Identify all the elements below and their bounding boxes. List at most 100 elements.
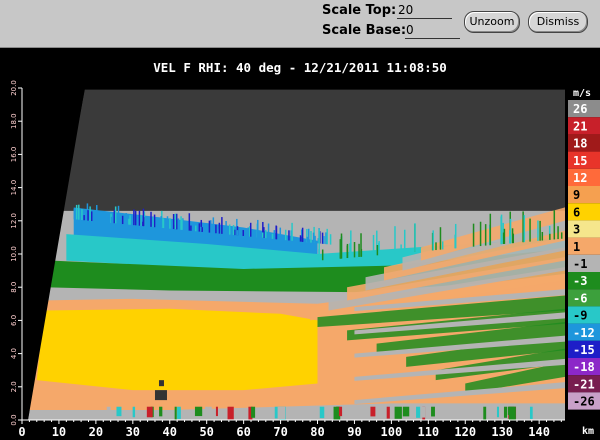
dismiss-button[interactable]: Dismiss <box>528 11 588 33</box>
echo-top-spike <box>360 248 363 257</box>
echo-top-spike <box>273 230 276 240</box>
echo-top-spike <box>113 209 116 224</box>
y-tick-label: 14.0 <box>10 180 18 196</box>
x-tick-label: 130 <box>491 425 513 439</box>
y-tick-label: 4.0 <box>10 348 18 359</box>
x-axis-label: km <box>582 426 594 437</box>
echo-top-spike <box>177 218 180 230</box>
ground-echo <box>348 406 352 416</box>
echo-top-spike <box>225 221 227 235</box>
echo-top-spike <box>394 226 396 254</box>
echo-top-spike <box>221 217 223 234</box>
echo-top-spike <box>175 213 178 230</box>
scale-top-label: Scale Top: <box>322 3 397 18</box>
echo-top-spike <box>346 243 349 259</box>
echo-top-spike <box>215 224 217 234</box>
echo-top-spike <box>539 220 541 241</box>
x-tick-label: 30 <box>126 425 140 439</box>
echo-top-spike <box>400 244 402 254</box>
colorbar-label: 18 <box>573 137 587 151</box>
x-tick-label: 90 <box>347 425 361 439</box>
colorbar-label: -12 <box>573 326 595 340</box>
echo-top-spike <box>101 211 103 223</box>
x-tick-label: 60 <box>236 425 250 439</box>
echo-top-spike <box>378 241 380 256</box>
y-tick-label: 10.0 <box>10 246 18 262</box>
echo-top-spike <box>188 213 191 231</box>
colorbar-label: 12 <box>573 171 587 185</box>
x-tick-label: 70 <box>273 425 287 439</box>
echo-top-spike <box>210 220 212 233</box>
echo-top-spike <box>236 230 239 236</box>
echo-top-spike <box>560 232 563 239</box>
echo-top-spike <box>523 215 526 243</box>
echo-top-spike <box>314 235 316 244</box>
ground-echo <box>215 406 218 417</box>
ground-echo <box>431 406 435 417</box>
echo-top-spike <box>228 224 231 235</box>
y-tick-label: 12.0 <box>10 213 18 229</box>
echo-top-spike <box>110 216 113 223</box>
scale-base-input[interactable]: 0 <box>405 23 460 39</box>
velocity-field <box>28 203 565 421</box>
colorbar-label: -6 <box>573 291 587 305</box>
echo-top-spike <box>87 210 89 221</box>
ground-echo <box>496 406 500 418</box>
echo-top-spike <box>435 242 437 251</box>
echo-top-spike <box>169 218 171 229</box>
ground-echo <box>251 406 256 418</box>
echo-top-spike <box>166 216 169 229</box>
echo-top-spike <box>512 233 515 244</box>
y-tick-label: 6.0 <box>10 315 18 326</box>
unzoom-button[interactable]: Unzoom <box>464 11 520 33</box>
y-tick-label: 18.0 <box>10 113 18 129</box>
ground-echo <box>336 406 339 418</box>
colorbar-label: 3 <box>573 223 580 237</box>
echo-top-spike <box>218 222 221 234</box>
x-tick-label: 0 <box>18 425 25 439</box>
echo-top-spike <box>432 230 434 251</box>
echo-top-spike <box>275 225 277 240</box>
scale-top-input[interactable]: 20 <box>397 3 452 19</box>
ground-echo <box>483 406 487 421</box>
echo-top-spike <box>454 234 456 249</box>
ground-echo <box>529 406 533 419</box>
ground-echo <box>277 406 286 420</box>
x-tick-label: 120 <box>454 425 476 439</box>
echo-top-spike <box>232 224 235 236</box>
echo-top-spike <box>288 230 290 241</box>
echo-top-spike <box>195 225 197 232</box>
echo-top-spike <box>557 226 559 240</box>
clutter-patch <box>158 380 164 387</box>
y-tick-label: 16.0 <box>10 147 18 163</box>
echo-top-spike <box>329 234 332 245</box>
echo-top-spike <box>439 227 442 250</box>
echo-top-spike <box>326 228 328 245</box>
echo-top-spike <box>307 228 310 243</box>
echo-top-spike <box>441 241 444 250</box>
x-tick-label: 10 <box>52 425 66 439</box>
x-tick-label: 20 <box>89 425 103 439</box>
ground-echo <box>106 406 111 421</box>
ground-echo <box>370 406 376 417</box>
colorbar-label: -18 <box>573 360 595 374</box>
echo-top-spike <box>160 216 162 228</box>
y-tick-label: 8.0 <box>10 282 18 293</box>
ground-echo <box>146 406 153 418</box>
echo-top-spike <box>414 223 416 252</box>
echo-top-spike <box>137 219 139 226</box>
echo-top-spike <box>509 230 511 244</box>
ground-echo <box>205 406 209 419</box>
echo-top-spike <box>484 224 487 246</box>
echo-top-spike <box>306 236 308 243</box>
ground-echo <box>394 406 402 419</box>
echo-top-spike <box>261 232 264 238</box>
echo-top-spike <box>537 220 539 241</box>
echo-top-spike <box>271 233 274 239</box>
echo-top-spike <box>350 230 352 258</box>
echo-top-spike <box>310 231 312 243</box>
colorbar-label: 26 <box>573 102 587 116</box>
echo-top-spike <box>138 210 141 226</box>
rhi-velocity-plot[interactable]: 0.0 2.0 4.0 6.0 8.0 10.0 12.0 14.0 16.0 18.0 20.0 0… <box>0 80 600 440</box>
echo-top-spike <box>150 211 152 227</box>
